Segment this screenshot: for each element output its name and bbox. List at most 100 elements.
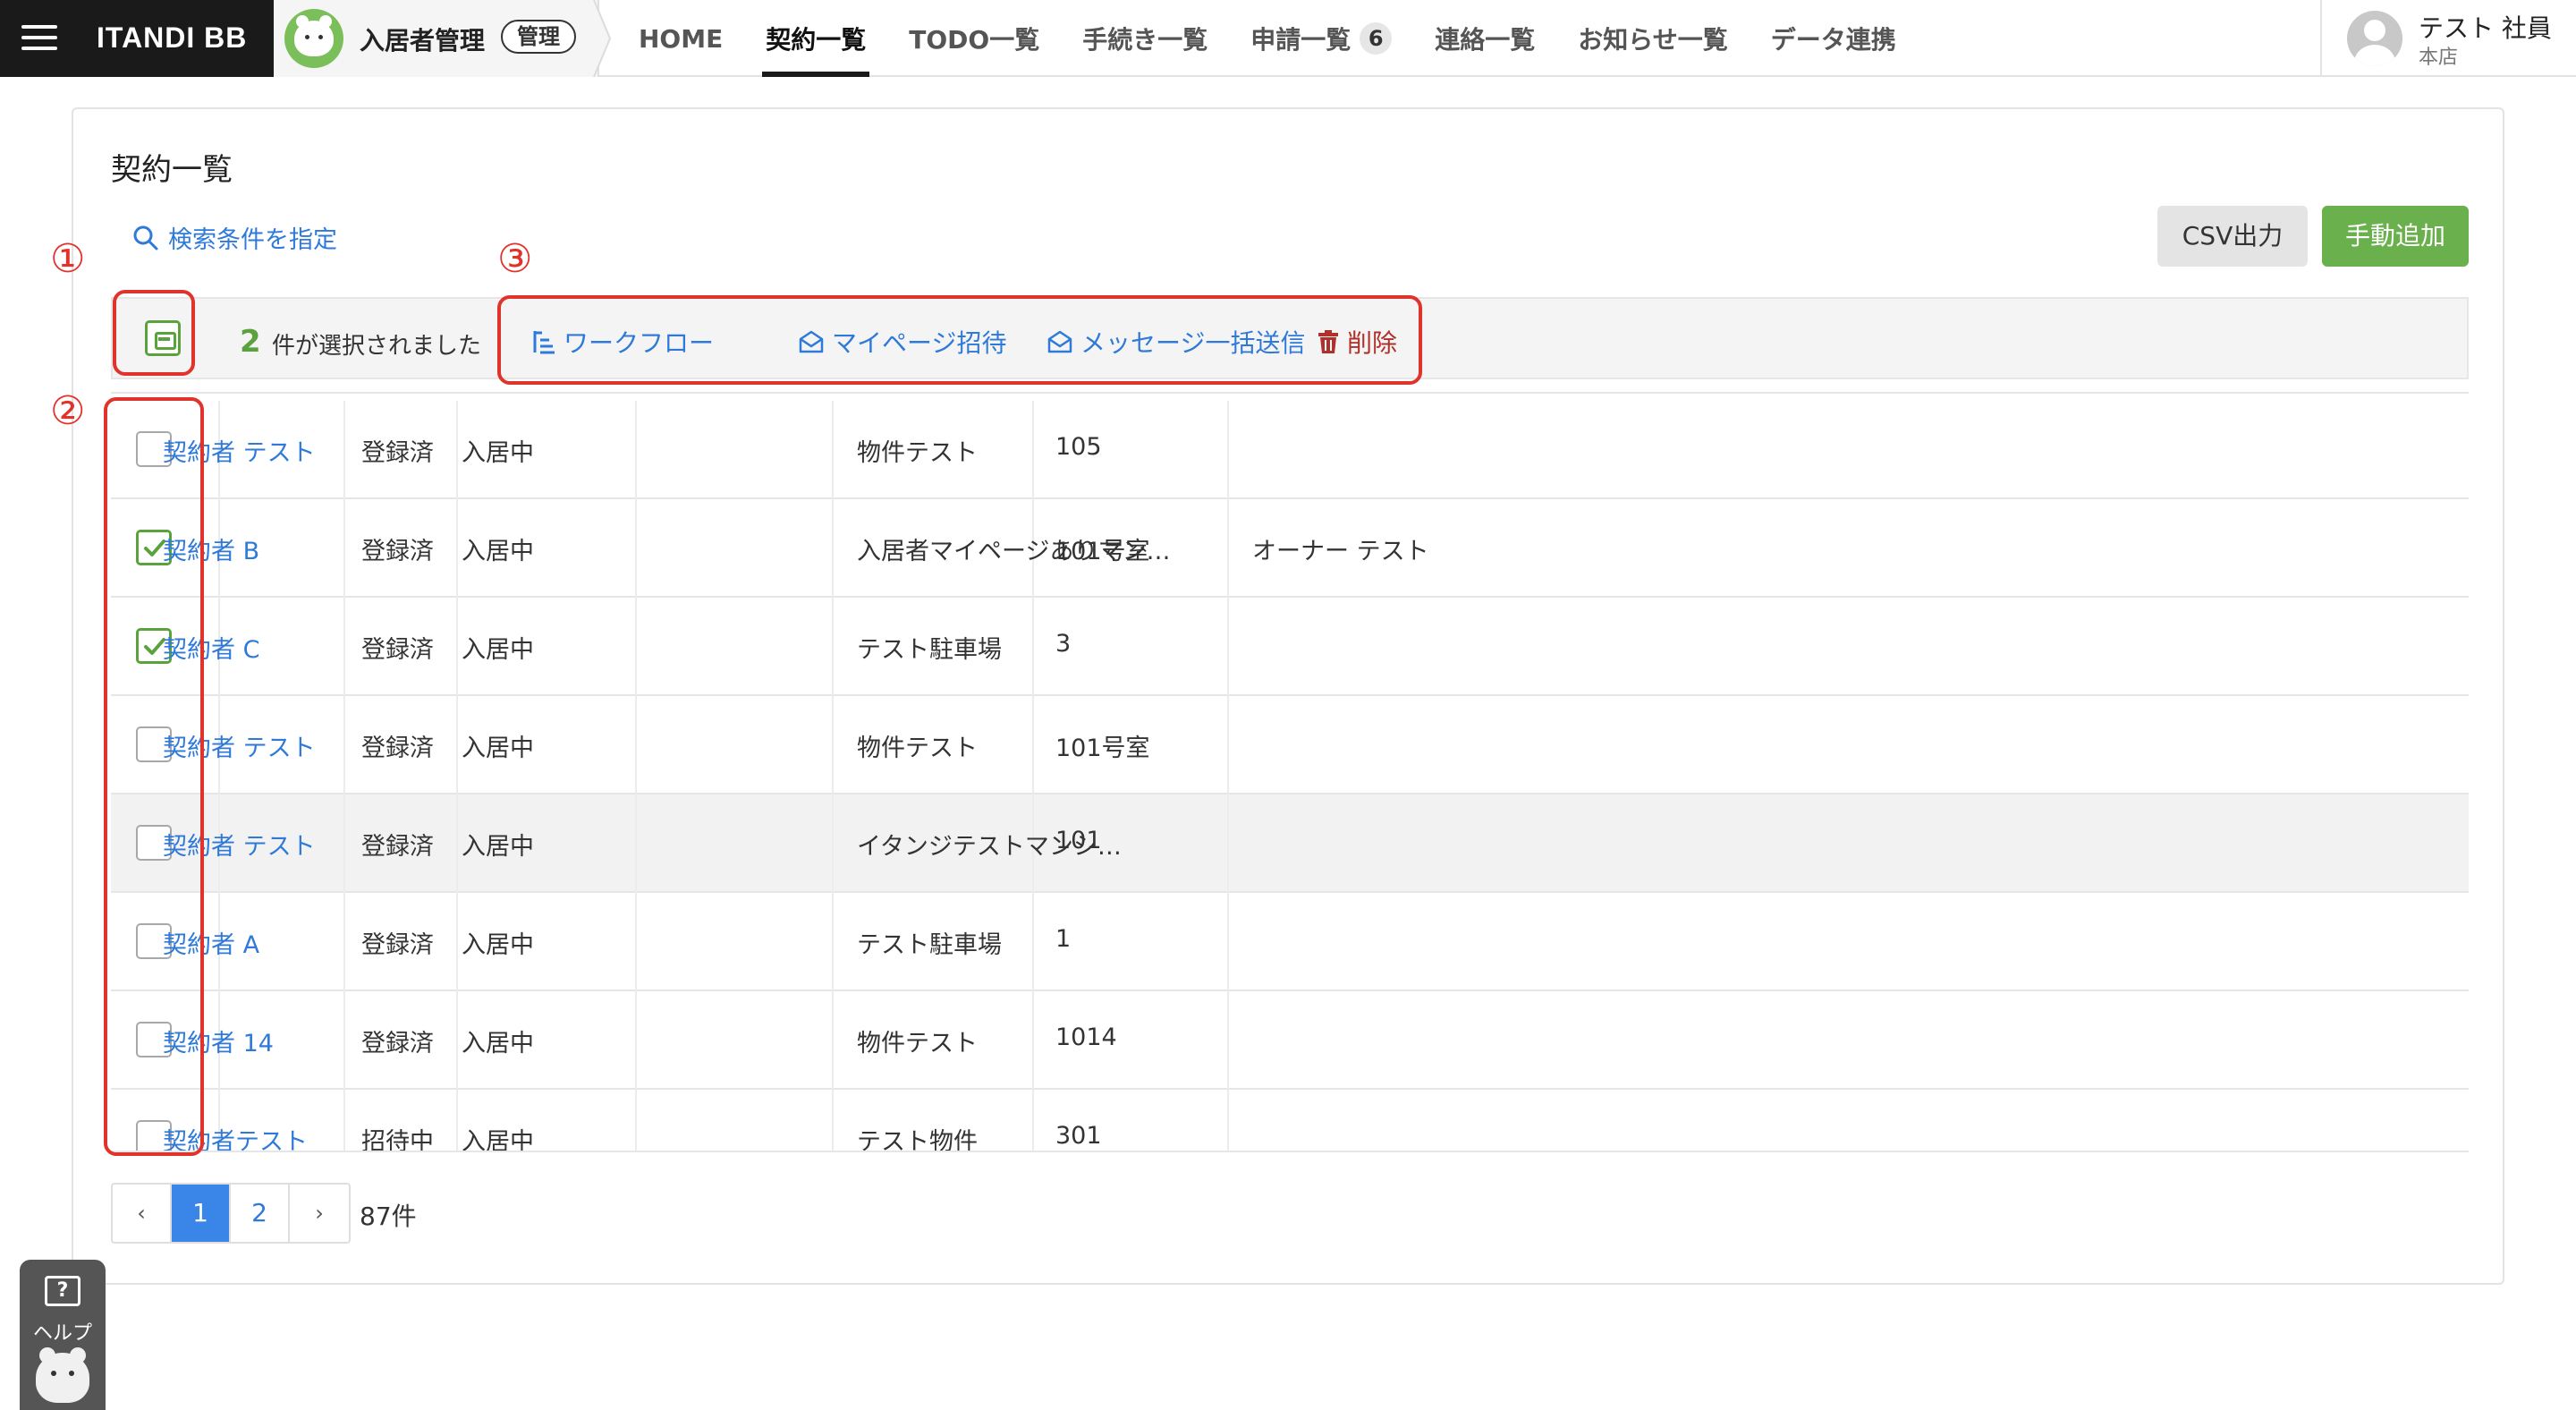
nav-item-2[interactable]: TODO一覧: [887, 0, 1061, 77]
table-row[interactable]: 契約者 B 登録済 入居中 入居者マイページありマン… 101号室 オーナー テスト: [111, 499, 2469, 598]
contractor-name-link[interactable]: 契約者 テスト: [163, 433, 316, 468]
nav-item-label: お知らせ一覧: [1578, 25, 1728, 55]
contractor-name-link[interactable]: 契約者 14: [163, 1024, 274, 1058]
selected-count: 2: [240, 324, 261, 360]
column-divider: [635, 1090, 637, 1151]
hamburger-icon[interactable]: [21, 20, 57, 55]
nav-item-3[interactable]: 手続き一覧: [1061, 0, 1229, 77]
select-all-checkbox[interactable]: [145, 320, 181, 356]
registration-status: 登録済: [361, 931, 434, 959]
delete-button[interactable]: 削除: [1317, 324, 1397, 360]
nav-item-4[interactable]: 申請一覧 6: [1229, 0, 1413, 77]
total-count: 87件: [360, 1202, 417, 1231]
search-conditions-label: 検索条件を指定: [168, 226, 337, 254]
column-divider: [343, 499, 345, 598]
table-row[interactable]: 契約者 テスト 登録済 入居中 イタンジテストマンシ… 101: [111, 794, 2469, 893]
envelope-icon: [799, 330, 824, 353]
column-divider: [635, 696, 637, 794]
contractor-name-link[interactable]: 契約者 A: [163, 925, 259, 960]
room-number: 101: [1055, 827, 1102, 854]
column-divider: [832, 499, 834, 598]
user-name: テスト 社員: [2419, 13, 2552, 43]
table-row[interactable]: 契約者 A 登録済 入居中 テスト駐車場 1: [111, 893, 2469, 991]
pagination-prev-button[interactable]: ‹: [113, 1185, 172, 1242]
residency-status: 入居中: [462, 735, 534, 762]
contractor-name-link[interactable]: 契約者テスト: [163, 1122, 308, 1151]
contractor-name-link[interactable]: 契約者 テスト: [163, 728, 316, 763]
brand-block: ITANDI BB: [0, 0, 274, 77]
nav-item-7[interactable]: データ連携: [1750, 0, 1918, 77]
column-divider: [1032, 401, 1034, 499]
room-number: 3: [1055, 630, 1072, 658]
column-divider: [832, 696, 834, 794]
pagination-page-1[interactable]: 1: [172, 1185, 231, 1242]
property-name: 物件テスト: [857, 439, 978, 467]
residency-status: 入居中: [462, 1128, 534, 1152]
registration-status: 登録済: [361, 636, 434, 664]
app-title: 入居者管理: [360, 26, 486, 55]
user-menu[interactable]: テスト 社員 本店: [2320, 0, 2576, 77]
column-divider: [456, 1090, 458, 1151]
contract-table: 契約者 テスト 登録済 入居中 物件テスト 105 契約者 B 登録済 入居中 入居者マイページ…: [111, 392, 2469, 1152]
table-row[interactable]: 契約者 テスト 登録済 入居中 物件テスト 105: [111, 401, 2469, 499]
registration-status: 登録済: [361, 439, 434, 467]
search-icon: [133, 225, 158, 250]
workflow-button[interactable]: ワークフロー: [531, 324, 714, 360]
column-divider: [1227, 1090, 1229, 1151]
column-divider: [1227, 499, 1229, 598]
property-name: テスト物件: [857, 1128, 978, 1152]
column-divider: [832, 1090, 834, 1151]
app-role-badge: 管理: [501, 20, 576, 54]
nav-item-label: 契約一覧: [766, 25, 867, 55]
pagination-page-2[interactable]: 2: [231, 1185, 290, 1242]
contractor-name-link[interactable]: 契約者 B: [163, 531, 259, 566]
nav-item-0[interactable]: HOME: [617, 0, 744, 77]
nav-item-label: 連絡一覧: [1435, 25, 1536, 55]
residency-status: 入居中: [462, 931, 534, 959]
pagination-next-button[interactable]: ›: [290, 1185, 349, 1242]
search-conditions-link[interactable]: 検索条件を指定: [132, 220, 337, 255]
mypage-invite-button[interactable]: マイページ招待: [798, 324, 1006, 360]
table-row[interactable]: 契約者 14 登録済 入居中 物件テスト 1014: [111, 991, 2469, 1090]
nav-item-1[interactable]: 契約一覧: [744, 0, 887, 77]
room-number: 101号室: [1055, 538, 1150, 565]
column-divider: [456, 991, 458, 1090]
room-number: 105: [1055, 433, 1102, 461]
nav-item-label: 手続き一覧: [1082, 25, 1208, 55]
csv-export-button[interactable]: CSV出力: [2157, 206, 2308, 267]
help-button[interactable]: ? ヘルプ: [20, 1260, 106, 1410]
manual-add-button[interactable]: 手動追加: [2322, 206, 2469, 267]
column-divider: [635, 893, 637, 991]
column-divider: [635, 991, 637, 1090]
contractor-name-link[interactable]: 契約者 テスト: [163, 827, 316, 862]
column-divider: [343, 696, 345, 794]
column-divider: [456, 794, 458, 893]
workflow-label: ワークフロー: [564, 328, 715, 358]
column-divider: [635, 598, 637, 696]
column-divider: [343, 794, 345, 893]
registration-status: 登録済: [361, 833, 434, 861]
residency-status: 入居中: [462, 833, 534, 861]
column-divider: [343, 1090, 345, 1151]
property-name: テスト駐車場: [857, 931, 1002, 959]
contractor-name-link[interactable]: 契約者 C: [163, 630, 259, 665]
nav-item-6[interactable]: お知らせ一覧: [1556, 0, 1749, 77]
column-divider: [1227, 598, 1229, 696]
property-name: 物件テスト: [857, 1030, 978, 1058]
column-divider: [456, 893, 458, 991]
table-row[interactable]: 契約者 C 登録済 入居中 テスト駐車場 3: [111, 598, 2469, 696]
column-divider: [343, 401, 345, 499]
column-divider: [832, 598, 834, 696]
brand-logo-text[interactable]: ITANDI BB: [97, 21, 247, 55]
app-switcher[interactable]: 入居者管理 管理: [274, 0, 599, 77]
help-label: ヘルプ: [32, 1322, 92, 1345]
column-divider: [1227, 893, 1229, 991]
column-divider: [1032, 598, 1034, 696]
table-row[interactable]: 契約者テスト 招待中 入居中 テスト物件 301: [111, 1090, 2469, 1152]
mypage-invite-label: マイページ招待: [832, 328, 1007, 358]
nav-item-5[interactable]: 連絡一覧: [1413, 0, 1556, 77]
bulk-message-button[interactable]: メッセージ一括送信: [1046, 324, 1305, 360]
property-name: 物件テスト: [857, 735, 978, 762]
table-row[interactable]: 契約者 テスト 登録済 入居中 物件テスト 101号室: [111, 696, 2469, 794]
column-divider: [635, 499, 637, 598]
